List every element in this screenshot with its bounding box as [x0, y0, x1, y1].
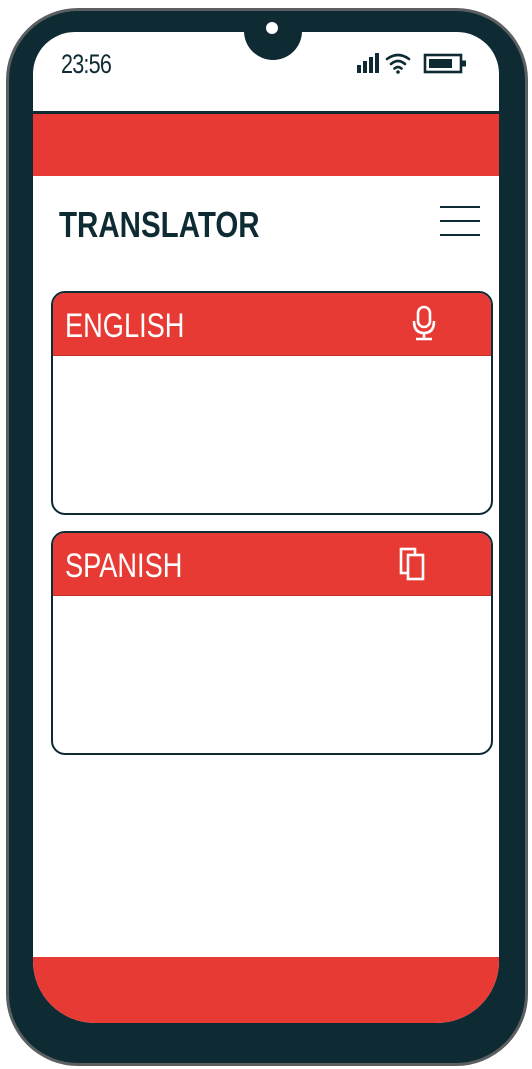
- source-text-input[interactable]: [53, 355, 491, 513]
- front-camera: [266, 22, 278, 34]
- battery-icon: [423, 53, 466, 74]
- status-icons: [357, 53, 466, 74]
- target-language-label[interactable]: SPANISH: [65, 547, 182, 586]
- source-panel-header: ENGLISH: [53, 293, 491, 356]
- source-language-label[interactable]: ENGLISH: [65, 307, 184, 346]
- copy-icon[interactable]: [397, 543, 431, 583]
- bottom-accent-bar: [33, 957, 499, 1023]
- translated-text-output[interactable]: [53, 595, 491, 753]
- wifi-icon: [385, 53, 411, 74]
- hamburger-menu-icon[interactable]: [440, 204, 482, 238]
- top-accent-bar: [33, 114, 499, 176]
- target-panel-header: SPANISH: [53, 533, 491, 596]
- status-time: 23:56: [61, 49, 112, 79]
- signal-icon: [357, 53, 379, 73]
- target-language-panel: SPANISH: [51, 531, 493, 755]
- source-language-panel: ENGLISH: [51, 291, 493, 515]
- app-title: TRANSLATOR: [59, 204, 260, 245]
- microphone-icon[interactable]: [407, 303, 441, 343]
- phone-screen: [33, 32, 499, 1023]
